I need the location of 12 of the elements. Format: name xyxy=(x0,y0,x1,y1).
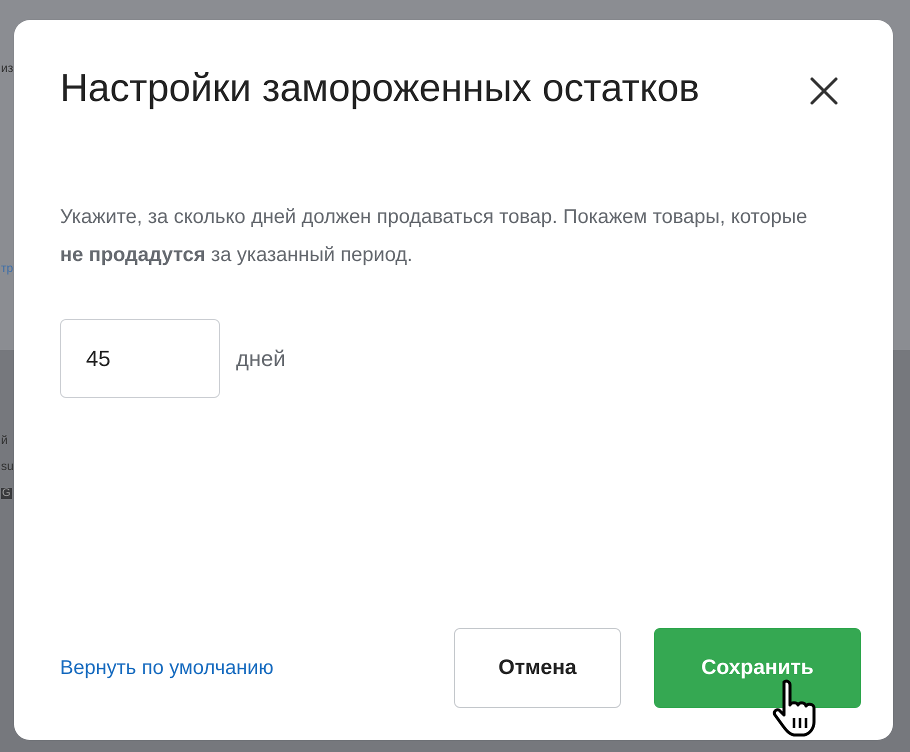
background-text: й xyxy=(1,434,8,446)
background-badge: G xyxy=(1,488,12,499)
background-text: из xyxy=(1,62,14,74)
save-button[interactable]: Сохранить xyxy=(654,628,861,708)
description-text: Укажите, за сколько дней должен продаваться товар. Покажем товары, которые не продадутся за указанный период. xyxy=(60,205,808,268)
days-input[interactable]: 45 xyxy=(60,319,220,398)
background-text: su xyxy=(1,460,14,472)
reset-link[interactable]: Вернуть по умолчанию xyxy=(60,653,274,683)
dialog-title: Настройки замороженных остатков xyxy=(60,66,700,112)
cancel-button[interactable]: Отмена xyxy=(454,628,621,708)
close-icon[interactable] xyxy=(809,76,839,106)
days-unit-label: дней xyxy=(236,345,286,373)
